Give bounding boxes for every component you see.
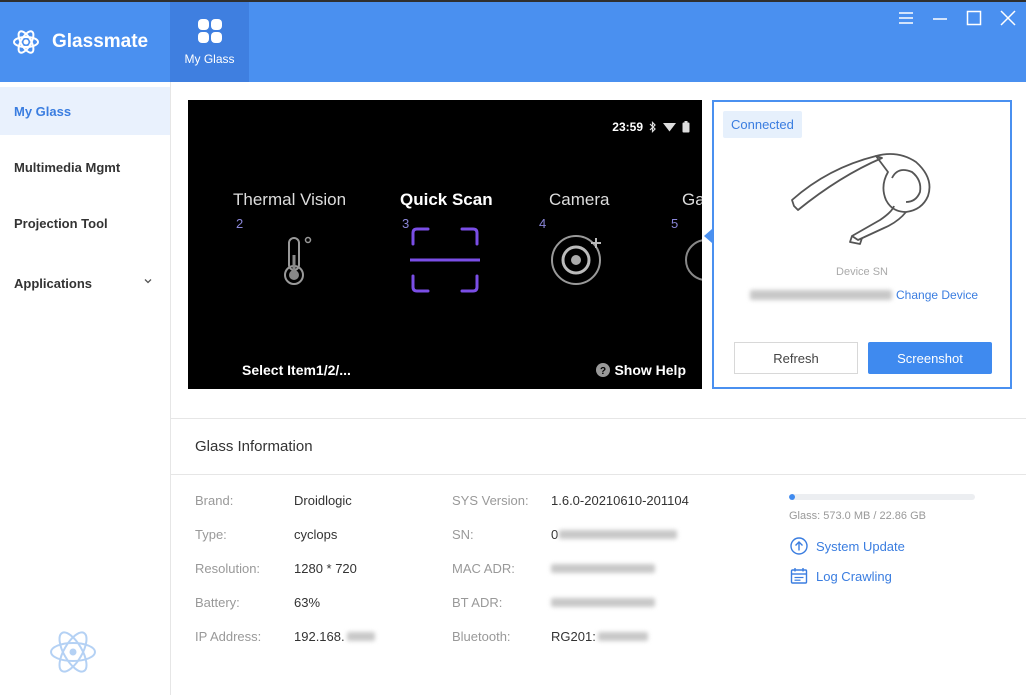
sn-text: 0 bbox=[551, 527, 559, 542]
info-label-battery: Battery: bbox=[195, 595, 240, 610]
info-value-sys-version: 1.6.0-20210610-201104 bbox=[551, 493, 689, 508]
mac-redacted bbox=[551, 564, 655, 573]
menu-icon[interactable] bbox=[896, 8, 916, 28]
device-sn-row: Change Device bbox=[750, 288, 978, 302]
app-label-quick-scan: Quick Scan bbox=[400, 190, 493, 209]
smart-glasses-icon bbox=[791, 153, 931, 245]
close-icon[interactable] bbox=[998, 8, 1018, 28]
sn-redacted bbox=[559, 530, 678, 539]
app-label-partial: Ga bbox=[682, 190, 702, 209]
refresh-button[interactable]: Refresh bbox=[734, 342, 858, 374]
info-value-mac-adr bbox=[551, 561, 655, 576]
connection-status-badge: Connected bbox=[723, 111, 802, 138]
app-label-thermal-vision: Thermal Vision bbox=[233, 190, 347, 209]
wifi-icon bbox=[663, 123, 676, 132]
system-update-link[interactable]: System Update bbox=[790, 537, 905, 555]
sidebar-item-applications[interactable]: Applications bbox=[0, 259, 170, 307]
info-value-bt-adr bbox=[551, 595, 655, 610]
app-number: 2 bbox=[236, 216, 244, 231]
info-label-resolution: Resolution: bbox=[195, 561, 261, 576]
bluetooth-text: RG201: bbox=[551, 629, 596, 644]
glass-information-title: Glass Information bbox=[195, 438, 313, 455]
log-crawling-link[interactable]: Log Crawling bbox=[790, 567, 892, 585]
info-label-mac-adr: MAC ADR: bbox=[452, 561, 515, 576]
storage-progress-bar bbox=[789, 494, 975, 500]
sidebar-item-label: Applications bbox=[14, 275, 93, 291]
sidebar: My Glass Multimedia Mgmt Projection Tool… bbox=[0, 82, 171, 695]
thermometer-icon bbox=[284, 236, 312, 285]
change-device-link[interactable]: Change Device bbox=[896, 288, 978, 302]
atom-logo-icon bbox=[13, 30, 39, 54]
app-number: 4 bbox=[539, 216, 547, 231]
bluetooth-icon bbox=[649, 121, 656, 133]
info-value-type: cyclops bbox=[294, 527, 338, 542]
select-item-hint: Select Item1/2/... bbox=[242, 362, 351, 378]
camera-icon bbox=[551, 235, 601, 285]
sidebar-item-label: Projection Tool bbox=[14, 215, 108, 231]
help-icon: ? bbox=[596, 363, 611, 377]
minimize-icon[interactable] bbox=[930, 8, 950, 28]
svg-text:?: ? bbox=[600, 366, 606, 377]
info-label-bluetooth: Bluetooth: bbox=[452, 629, 511, 644]
info-label-sys-version: SYS Version: bbox=[452, 493, 529, 508]
brand: Glassmate bbox=[0, 2, 170, 82]
device-sn-label: Device SN bbox=[836, 266, 888, 278]
device-panel: Connected Device SN Change Device Refres… bbox=[712, 100, 1012, 389]
atom-watermark-icon bbox=[50, 631, 96, 673]
partial-app-icon bbox=[685, 239, 702, 281]
panel-pointer bbox=[704, 229, 712, 243]
info-label-ip-address: IP Address: bbox=[195, 629, 262, 644]
divider bbox=[171, 418, 1026, 419]
maximize-icon[interactable] bbox=[964, 8, 984, 28]
scan-icon bbox=[410, 227, 480, 293]
sidebar-item-projection-tool[interactable]: Projection Tool bbox=[0, 199, 170, 247]
info-label-bt-adr: BT ADR: bbox=[452, 595, 503, 610]
info-value-ip-address: 192.168. bbox=[294, 629, 375, 644]
window-controls bbox=[896, 8, 1018, 28]
chevron-down-icon bbox=[144, 279, 152, 284]
ip-address-text: 192.168. bbox=[294, 629, 345, 644]
show-help-hint: ? Show Help bbox=[596, 362, 686, 378]
status-bar: 23:59 bbox=[612, 120, 690, 134]
system-update-label: System Update bbox=[816, 538, 905, 554]
info-value-brand: Droidlogic bbox=[294, 493, 352, 508]
info-value-sn: 0 bbox=[551, 527, 678, 542]
bt-adr-redacted bbox=[551, 598, 655, 607]
device-sn-redacted bbox=[750, 290, 892, 300]
app-name: Glassmate bbox=[52, 31, 149, 52]
app-number: 5 bbox=[671, 216, 679, 231]
calendar-log-icon bbox=[790, 568, 808, 584]
info-label-sn: SN: bbox=[452, 527, 474, 542]
top-tab-label: My Glass bbox=[184, 52, 235, 66]
bluetooth-redacted bbox=[597, 632, 648, 641]
app-number: 3 bbox=[402, 216, 410, 231]
storage-usage-text: Glass: 573.0 MB / 22.86 GB bbox=[789, 510, 926, 522]
show-help-label: Show Help bbox=[614, 362, 686, 378]
ip-redacted bbox=[346, 632, 375, 641]
battery-icon bbox=[682, 121, 690, 133]
sidebar-item-multimedia-mgmt[interactable]: Multimedia Mgmt bbox=[0, 143, 170, 191]
log-crawling-label: Log Crawling bbox=[816, 568, 892, 584]
app-label-camera: Camera bbox=[549, 190, 610, 209]
top-tab-my-glass[interactable]: My Glass bbox=[170, 2, 249, 82]
info-value-bluetooth: RG201: bbox=[551, 629, 648, 644]
grid-icon bbox=[197, 19, 222, 43]
info-value-battery: 63% bbox=[294, 595, 321, 610]
storage-progress-fill bbox=[789, 494, 795, 500]
upload-circle-icon bbox=[790, 537, 808, 555]
divider bbox=[171, 474, 1026, 475]
sidebar-item-label: My Glass bbox=[14, 103, 72, 119]
sidebar-item-label: Multimedia Mgmt bbox=[14, 159, 121, 175]
info-label-brand: Brand: bbox=[195, 493, 234, 508]
clock: 23:59 bbox=[612, 120, 643, 134]
glass-screen-preview: 23:59 Thermal Vision 2 Quick Scan 3 Came… bbox=[188, 100, 702, 389]
sidebar-item-my-glass[interactable]: My Glass bbox=[0, 87, 170, 135]
screenshot-button[interactable]: Screenshot bbox=[868, 342, 992, 374]
info-value-resolution: 1280 * 720 bbox=[294, 561, 357, 576]
info-label-type: Type: bbox=[195, 527, 227, 542]
